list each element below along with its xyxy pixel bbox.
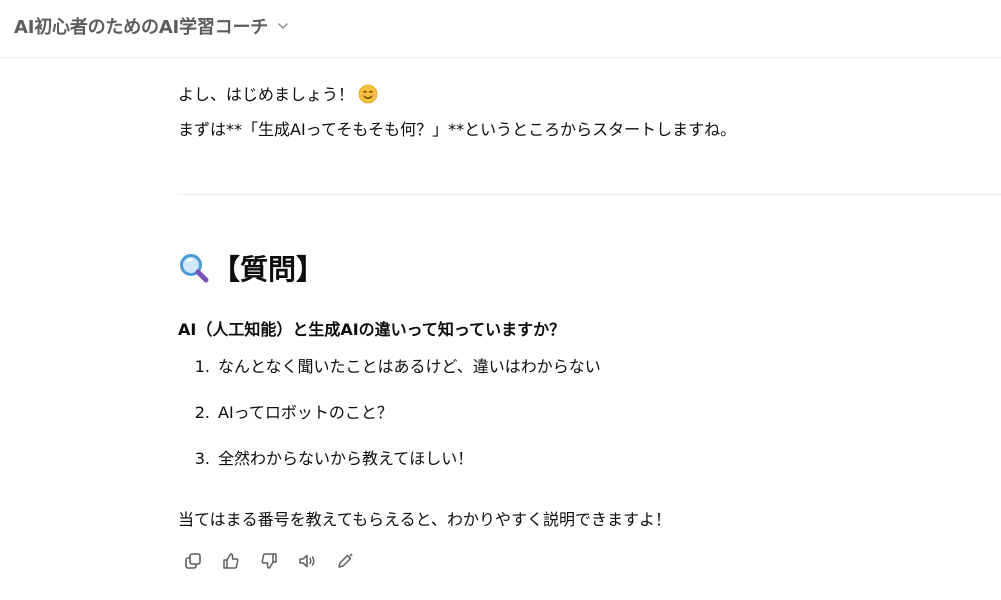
option-text: 全然わからないから教えてほしい！ — [218, 449, 474, 468]
option-text: AIってロボットのこと？ — [218, 403, 393, 422]
top-bar: AI初心者のためのAI学習コーチ — [0, 0, 1001, 58]
smiling-face-emoji — [358, 84, 378, 104]
closing-text: 当てはまる番号を教えてもらえると、わかりやすく説明できますよ！ — [178, 510, 671, 529]
thumbs-down-button[interactable] — [254, 548, 284, 574]
thumbs-up-button[interactable] — [216, 548, 246, 574]
option-number: 1. — [194, 357, 210, 376]
read-aloud-button[interactable] — [292, 548, 322, 574]
intro-line: よし、はじめましょう！ — [178, 84, 378, 105]
thumbs-up-icon — [223, 553, 239, 569]
magnifying-glass-icon — [180, 254, 209, 283]
pen-sparkle-icon — [338, 553, 353, 568]
divider — [178, 194, 1001, 195]
intro-text: よし、はじめましょう！ — [178, 85, 355, 104]
list-item: 2. AIってロボットのこと？ — [178, 402, 601, 448]
list-item: 3. 全然わからないから教えてほしい！ — [178, 448, 601, 494]
heading-text: 【質問】 — [212, 253, 325, 286]
copy-icon — [185, 553, 201, 569]
second-line: まずは**「生成AIってそもそも何？」**というところからスタートしますね。 — [178, 120, 737, 139]
gpt-title: AI初心者のためのAI学習コーチ — [14, 17, 269, 38]
question-heading: 【質問】 — [178, 248, 324, 288]
edit-in-canvas-button[interactable] — [330, 548, 360, 574]
options-list: 1. なんとなく聞いたことはあるけど、違いはわからない 2. AIってロボットの… — [178, 356, 601, 494]
thumbs-down-icon — [261, 553, 277, 569]
speaker-icon — [299, 554, 315, 568]
chevron-down-icon — [278, 23, 288, 29]
option-number: 3. — [194, 449, 210, 468]
option-text: なんとなく聞いたことはあるけど、違いはわからない — [218, 357, 601, 376]
list-item: 1. なんとなく聞いたことはあるけど、違いはわからない — [178, 356, 601, 402]
option-number: 2. — [194, 403, 210, 422]
copy-button[interactable] — [178, 548, 208, 574]
question-text: AI（人工知能）と生成AIの違いって知っていますか？ — [178, 320, 566, 339]
message-actions — [178, 548, 360, 574]
model-switcher[interactable]: AI初心者のためのAI学習コーチ — [14, 12, 294, 40]
